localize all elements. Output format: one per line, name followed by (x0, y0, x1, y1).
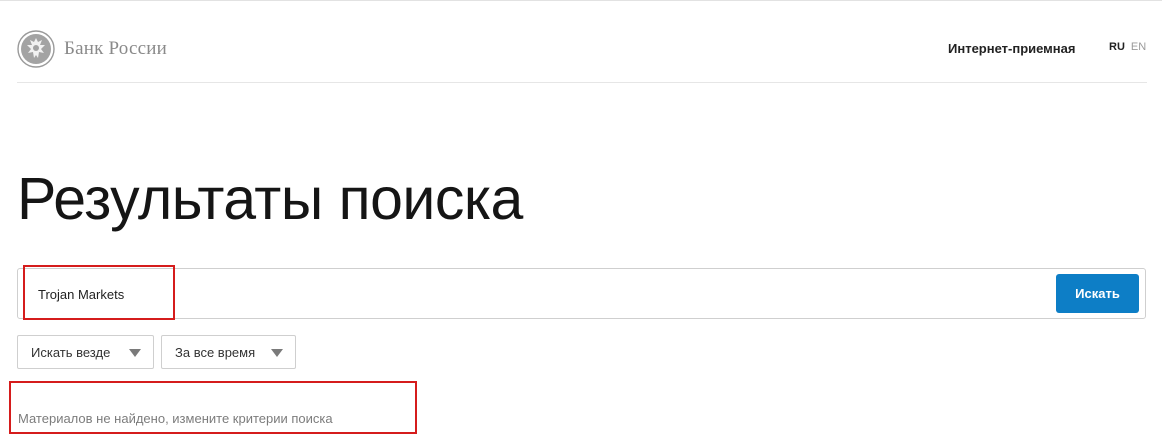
lang-ru-link[interactable]: RU (1109, 41, 1125, 53)
internet-reception-link[interactable]: Интернет-приемная (948, 41, 1075, 56)
language-switcher: RU EN (1109, 41, 1146, 53)
search-period-value: За все время (175, 344, 256, 360)
search-input[interactable] (38, 283, 1038, 305)
no-results-message: Материалов не найдено, измените критерии… (18, 411, 333, 426)
no-results-highlight (9, 381, 417, 434)
search-scope-value: Искать везде (31, 344, 111, 360)
lang-en-link[interactable]: EN (1131, 41, 1146, 53)
page-title: Результаты поиска (17, 166, 523, 232)
bank-logo-link[interactable]: Банк России (17, 30, 167, 68)
bank-emblem-icon (17, 30, 55, 68)
search-scope-select[interactable]: Искать везде (17, 335, 154, 369)
search-button[interactable]: Искать (1056, 274, 1139, 313)
search-box: Искать (17, 268, 1146, 319)
site-header: Банк России Интернет-приемная RU EN (17, 0, 1147, 83)
dropdown-caret-icon (271, 349, 283, 357)
dropdown-caret-icon (129, 349, 141, 357)
bank-logo-text: Банк России (64, 38, 167, 59)
search-period-select[interactable]: За все время (161, 335, 296, 369)
